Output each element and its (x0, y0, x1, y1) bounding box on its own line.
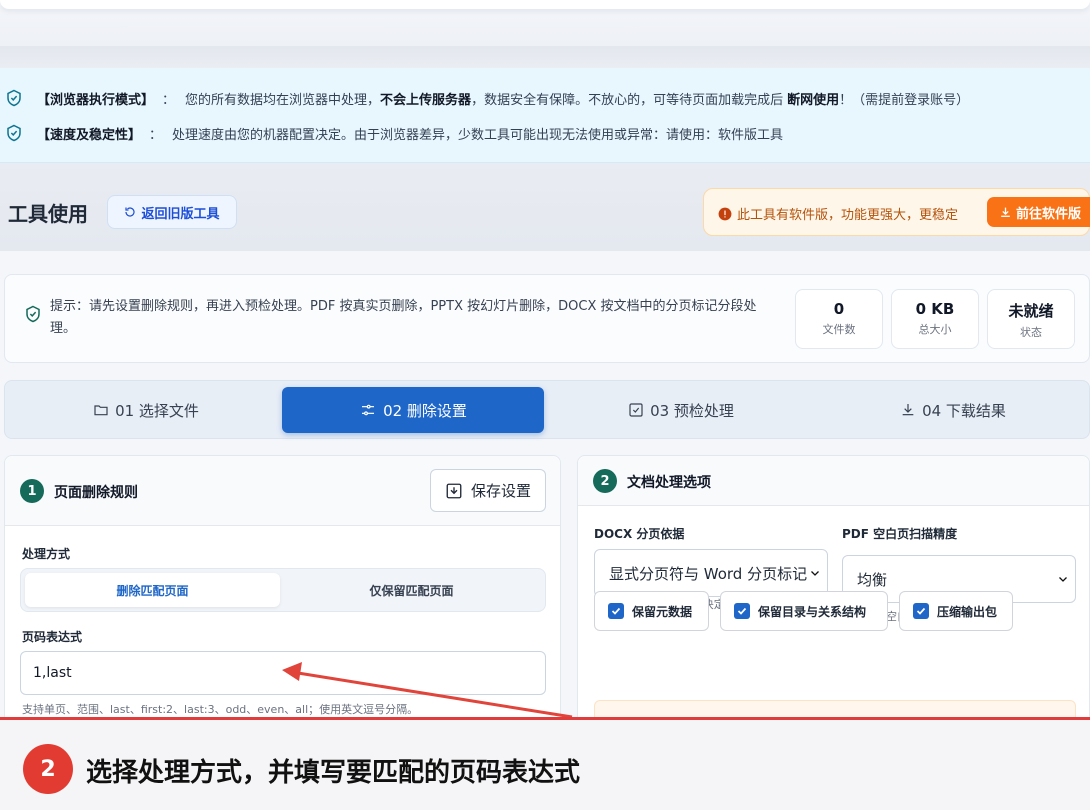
annotation-caption-bar: 2 选择处理方式，并填写要匹配的页码表达式 (0, 717, 1090, 810)
annotation-caption: 选择处理方式，并填写要匹配的页码表达式 (86, 758, 581, 788)
step-number-badge: 2 (23, 744, 73, 794)
annotation-arrow (282, 662, 573, 719)
